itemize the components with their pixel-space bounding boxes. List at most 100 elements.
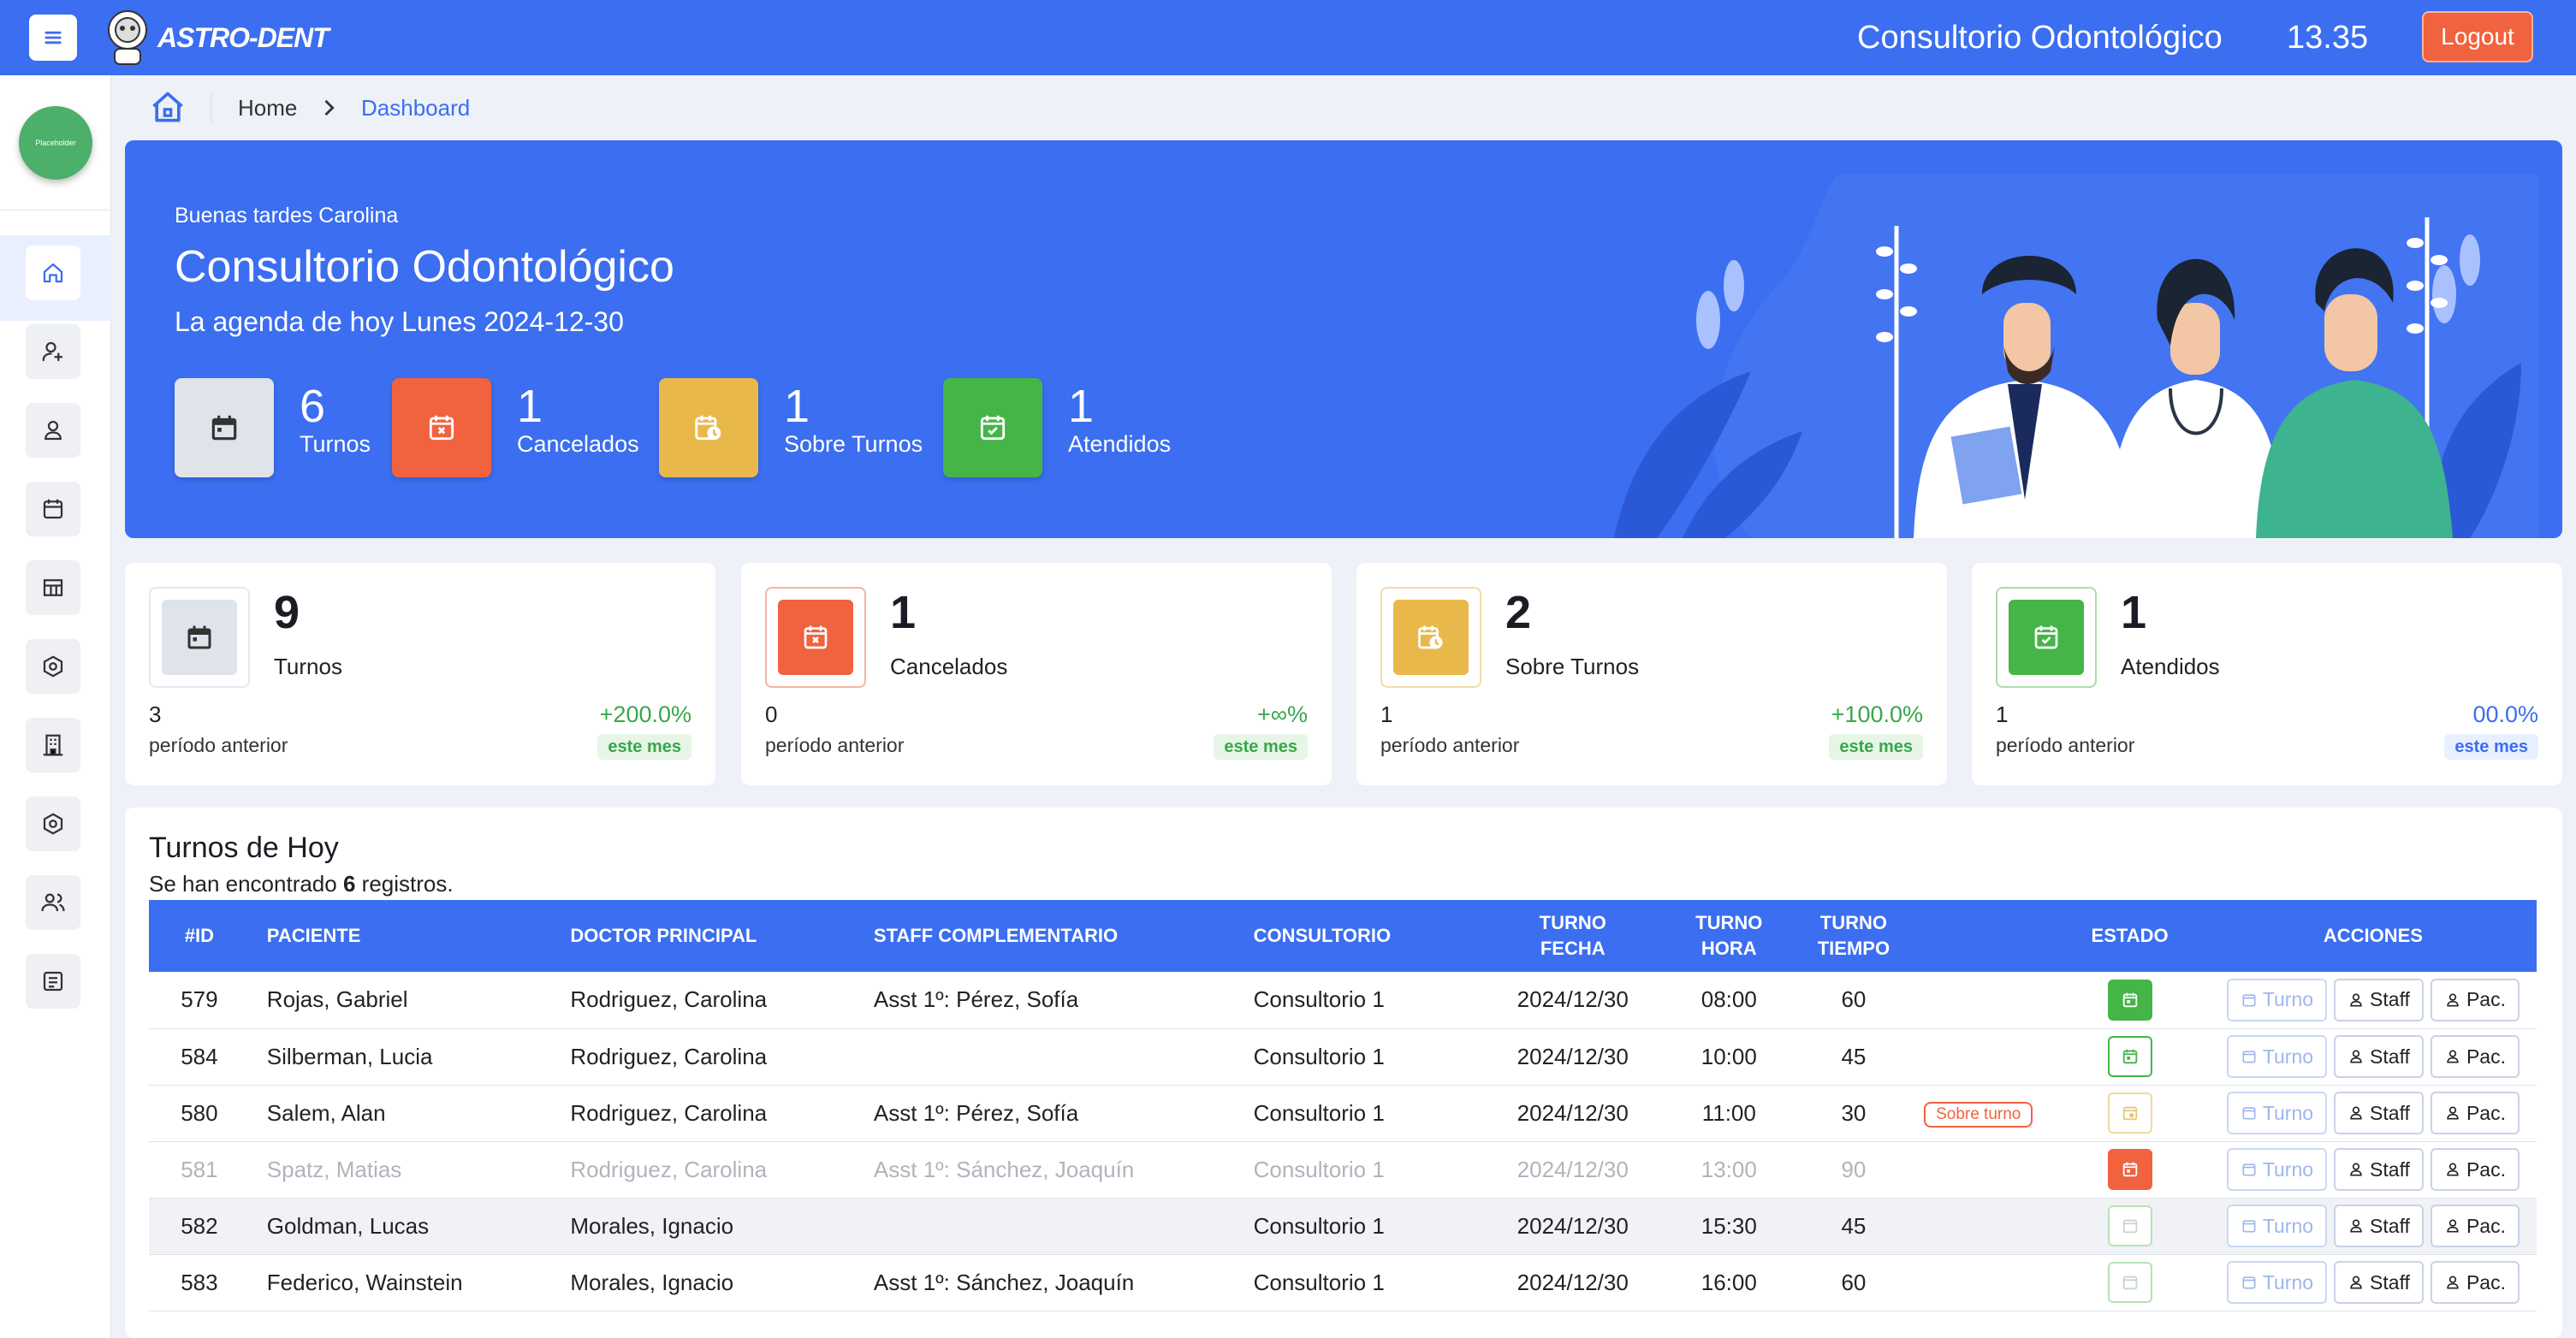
greeting-text: Buenas tardes Carolina [175,204,399,228]
stat-card-previous-label: período anterior [149,734,288,756]
patient-button[interactable]: Pac. [2430,1035,2520,1078]
turno-button[interactable]: Turno [2226,1205,2328,1247]
staff-button[interactable]: Staff [2334,1205,2424,1247]
stat-card-icon-box [778,600,853,675]
home-icon[interactable] [149,89,187,127]
cell-consultorio: Consultorio 1 [1253,1269,1385,1295]
table-row[interactable]: 582 Goldman, Lucas Morales, Ignacio Cons… [149,1198,2537,1254]
cell-staff: Asst 1º: Sánchez, Joaquín [873,1269,1135,1295]
cell-tiempo: 90 [1841,1156,1867,1182]
user-icon [45,420,62,441]
patient-button[interactable]: Pac. [2430,1261,2520,1304]
status-pending-button[interactable] [2107,1205,2152,1246]
column-header-hora[interactable]: TURNO HORA [1658,900,1801,972]
hero-stat-value: 1 [517,381,543,432]
column-header-fecha[interactable]: TURNO FECHA [1488,900,1658,972]
column-header-paciente[interactable]: PACIENTE [250,900,554,972]
patient-button-label: Pac. [2466,1214,2506,1237]
sidebar-item-settings[interactable] [26,639,80,694]
status-overbook-button[interactable] [2107,1092,2152,1134]
sidebar-item-reports[interactable] [26,954,80,1009]
cell-staff [857,1198,1237,1254]
calendar-icon [211,415,237,441]
table-row[interactable]: 584 Silberman, Lucia Rodriguez, Carolina… [149,1028,2537,1085]
user-icon [2447,1050,2459,1063]
sidebar-item-config[interactable] [26,796,80,851]
avatar[interactable]: Placeholder [19,106,92,180]
stat-card-atendidos: 1 Atendidos 1 período anterior 00.0% est… [1972,563,2562,785]
stat-card-change: +∞% [1256,702,1308,727]
stat-card-change: +200.0% [599,702,691,727]
cell-acciones: Turno Staff Pac. [2210,1254,2537,1311]
turno-button[interactable]: Turno [2226,1092,2328,1134]
user-icon [2350,1276,2362,1289]
cell-badge [1907,1141,2050,1198]
stat-card-period-badge: este mes [2444,734,2538,760]
sidebar-item-patients[interactable] [26,403,80,458]
sidebar-item-calendar[interactable] [26,482,80,536]
menu-toggle-button[interactable] [29,15,77,61]
column-header-estado[interactable]: ESTADO [2050,900,2209,972]
patient-button[interactable]: Pac. [2430,978,2520,1021]
turno-button-label: Turno [2262,1101,2314,1124]
sidebar-item-table[interactable] [26,560,80,615]
hero-stat-value: 6 [300,381,326,432]
column-header-hora-line1: TURNO [1695,912,1763,933]
stat-card-previous-label: período anterior [1996,734,2135,756]
cell-tiempo: 60 [1841,1269,1867,1295]
status-cancelled-button[interactable] [2107,1149,2152,1190]
column-header-acciones: ACCIONES [2323,925,2423,946]
staff-button-label: Staff [2370,1101,2410,1124]
staff-button[interactable]: Staff [2334,1092,2424,1134]
status-attended-button[interactable] [2107,979,2152,1021]
cell-hora: 10:00 [1701,1043,1757,1069]
column-header-consultorio[interactable]: CONSULTORIO [1237,900,1488,972]
staff-button[interactable]: Staff [2334,1148,2424,1191]
sidebar-item-home[interactable] [26,246,80,300]
sidebar-item-user-add[interactable] [26,324,80,379]
sidebar-item-users[interactable] [26,875,80,930]
stat-card-icon-box [1393,600,1469,675]
table-row[interactable]: 579 Rojas, Gabriel Rodriguez, Carolina A… [149,972,2537,1028]
cell-doctor: Rodriguez, Carolina [570,1043,768,1069]
staff-button[interactable]: Staff [2334,1261,2424,1304]
turno-button[interactable]: Turno [2226,1035,2328,1078]
cell-paciente: Rojas, Gabriel [266,986,408,1013]
patient-button[interactable]: Pac. [2430,1148,2520,1191]
status-attend-button[interactable] [2107,1036,2152,1077]
sidebar-item-building[interactable] [26,718,80,773]
cell-fecha: 2024/12/30 [1517,1212,1629,1239]
column-header-id[interactable]: #ID [149,900,250,972]
turno-button[interactable]: Turno [2226,1148,2328,1191]
table-row[interactable]: 583 Federico, Wainstein Morales, Ignacio… [149,1254,2537,1311]
status-pending-button[interactable] [2107,1262,2152,1303]
chevron-right-icon [324,99,335,116]
table-row[interactable]: 580 Salem, Alan Rodriguez, Carolina Asst… [149,1085,2537,1141]
logout-button[interactable]: Logout [2422,11,2533,62]
staff-button[interactable]: Staff [2334,978,2424,1021]
turno-button[interactable]: Turno [2226,1261,2328,1304]
stat-card-icon-box [162,600,237,675]
user-icon [2447,1276,2459,1289]
breadcrumb-home-link[interactable]: Home [238,92,297,123]
cell-fecha: 2024/12/30 [1517,1099,1629,1126]
patient-button-label: Pac. [2466,1101,2506,1124]
patient-button[interactable]: Pac. [2430,1092,2520,1134]
staff-button[interactable]: Staff [2334,1035,2424,1078]
turno-button[interactable]: Turno [2226,978,2328,1021]
staff-button-label: Staff [2370,1270,2410,1294]
breadcrumb-current[interactable]: Dashboard [361,92,470,123]
cell-badge [1907,1198,2050,1254]
table-row[interactable]: 581 Spatz, Matias Rodriguez, Carolina As… [149,1141,2537,1198]
app-logo[interactable]: ASTRO-DENT [101,5,329,70]
column-header-tiempo[interactable]: TURNO TIEMPO [1801,900,1907,972]
column-header-staff[interactable]: STAFF COMPLEMENTARIO [857,900,1237,972]
stat-card-previous-label: período anterior [765,734,905,756]
patient-button[interactable]: Pac. [2430,1205,2520,1247]
cell-doctor: Rodriguez, Carolina [570,986,768,1013]
stat-card-previous-label: período anterior [1380,734,1520,756]
cell-hora: 11:00 [1701,1099,1756,1126]
cell-id: 582 [181,1212,218,1239]
column-header-doctor[interactable]: DOCTOR PRINCIPAL [553,900,857,972]
calendar-icon [2122,992,2137,1007]
